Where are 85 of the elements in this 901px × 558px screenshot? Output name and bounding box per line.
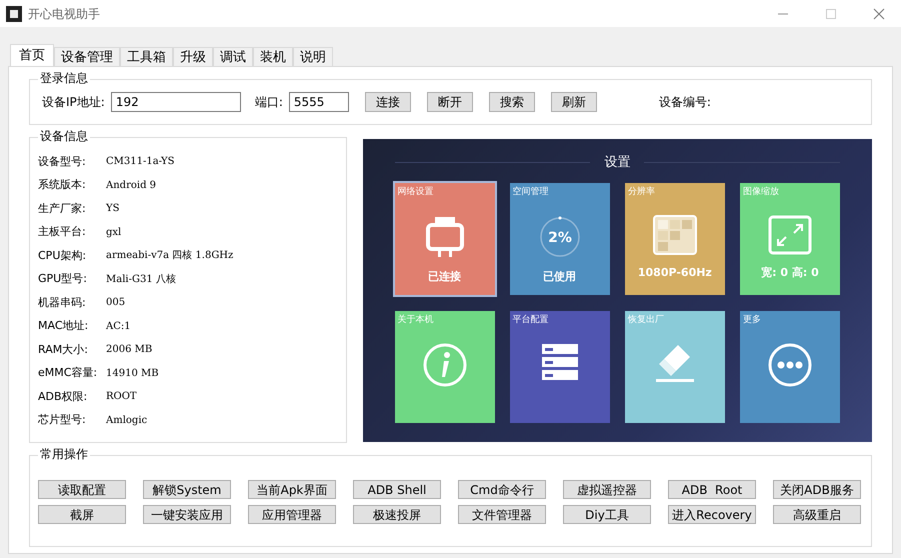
action-button[interactable]: Cmd命令行	[458, 480, 546, 499]
action-button[interactable]: 当前Apk界面	[248, 480, 336, 499]
login-button[interactable]: 断开	[426, 92, 473, 112]
action-button[interactable]: 读取配置	[38, 480, 126, 499]
tile-label: 网络设置	[396, 186, 435, 198]
info-value: AC:1	[106, 320, 131, 334]
settings-tile[interactable]: 平台配置	[510, 310, 610, 422]
info-label: CPU架构:	[38, 248, 88, 264]
tile-label: 关于本机	[396, 314, 435, 326]
login-button[interactable]: 刷新	[550, 92, 597, 112]
tab[interactable]: 调试	[213, 47, 253, 66]
tile-label: 图像缩放	[742, 186, 780, 198]
group-title: 设备信息	[38, 130, 90, 142]
ip-field[interactable]: 192	[110, 92, 241, 112]
tile-caption: 宽: 0 高: 0	[761, 265, 819, 281]
info-label: RAM大小:	[38, 342, 89, 358]
ip-label: 设备IP地址:	[42, 94, 105, 111]
info-value: 14910 MB	[106, 366, 159, 381]
info-label: ADB权限:	[38, 388, 88, 404]
info-value: Amlogic	[106, 414, 148, 428]
action-button[interactable]: 高级重启	[773, 505, 861, 524]
screen-title: 设置	[604, 154, 630, 172]
tile-label: 更多	[742, 314, 762, 326]
info-label: 设备型号:	[38, 154, 87, 170]
info-value: ROOT	[106, 390, 137, 404]
login-button[interactable]: 连接	[364, 92, 411, 112]
action-button[interactable]: ADB Root	[668, 480, 756, 499]
info-value: Android 9	[106, 178, 156, 193]
usage-gauge: 2%	[538, 215, 582, 259]
tile-label: 空间管理	[512, 186, 550, 198]
info-value: YS	[106, 202, 120, 216]
info-icon	[422, 343, 467, 387]
action-button[interactable]: 进入Recovery	[668, 505, 756, 524]
tab[interactable]: 工具箱	[120, 47, 173, 66]
port-label: 端口:	[254, 94, 283, 111]
tab[interactable]: 设备管理	[54, 47, 120, 66]
info-label: 主板平台:	[38, 224, 87, 240]
more-icon	[768, 343, 812, 387]
action-button[interactable]: 关闭ADB服务	[773, 480, 861, 499]
tile-caption: 已使用	[543, 269, 576, 285]
close-icon[interactable]	[873, 8, 885, 20]
tile-label: 平台配置	[512, 314, 550, 326]
action-button[interactable]: 一键安装应用	[143, 505, 231, 524]
server-icon	[540, 343, 579, 381]
action-button[interactable]: ADB Shell	[353, 480, 441, 499]
tile-caption: 已连接	[428, 269, 462, 285]
action-button[interactable]: 应用管理器	[248, 505, 336, 524]
action-button[interactable]: Diy工具	[563, 505, 651, 524]
tab[interactable]: 装机	[253, 47, 293, 66]
info-label: 芯片型号:	[38, 412, 87, 428]
tab[interactable]: 首页	[10, 44, 54, 66]
info-label: 系统版本:	[38, 177, 87, 193]
device-number-label: 设备编号:	[658, 94, 711, 111]
info-label: eMMC容量:	[38, 365, 98, 381]
tab[interactable]: 升级	[173, 47, 213, 66]
tab[interactable]: 说明	[293, 47, 333, 66]
expand-icon	[768, 215, 812, 255]
port-field[interactable]: 5555	[288, 92, 349, 112]
maximize-icon[interactable]	[825, 8, 837, 20]
info-label: 生产厂家:	[38, 200, 87, 216]
login-button[interactable]: 搜索	[488, 92, 535, 112]
info-value: 2006 MB	[106, 343, 152, 358]
eraser-icon	[654, 343, 696, 383]
info-value: armeabi-v7a 四核 1.8GHz	[106, 248, 234, 264]
tile-label: 恢复出厂	[626, 314, 665, 326]
info-label: GPU型号:	[38, 271, 88, 287]
plug-icon	[424, 215, 465, 259]
info-value: Mali-G31 八核	[106, 272, 176, 287]
info-value: CM311-1a-YS	[106, 155, 174, 170]
group-title: 常用操作	[38, 448, 90, 460]
tile-label: 分辨率	[626, 186, 656, 198]
grid-icon	[652, 215, 697, 255]
app-icon	[6, 6, 22, 22]
action-button[interactable]: 极速投屏	[353, 505, 441, 524]
action-button[interactable]: 解锁System	[143, 480, 231, 499]
window-title: 开心电视助手	[28, 6, 100, 23]
group-title: 登录信息	[38, 72, 90, 84]
info-value: 005	[106, 296, 126, 310]
action-button[interactable]: 虚拟遥控器	[563, 480, 651, 499]
info-label: 机器串码:	[38, 294, 87, 310]
tile-caption: 1080P-60Hz	[638, 265, 712, 281]
info-value: gxl	[106, 226, 122, 240]
action-button[interactable]: 文件管理器	[458, 505, 546, 524]
info-label: MAC地址:	[38, 318, 90, 334]
action-button[interactable]: 截屏	[38, 505, 126, 524]
